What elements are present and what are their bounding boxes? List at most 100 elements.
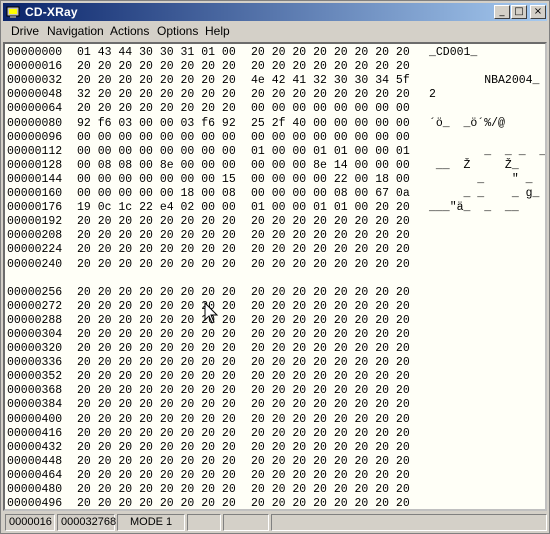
hex-row-bytes-right: 20 20 20 20 20 20 20 20 [251, 257, 410, 271]
hex-row-offset: 00000496 [7, 497, 63, 511]
hex-row-bytes-left: 20 20 20 20 20 20 20 20 [77, 440, 236, 454]
hex-row-ascii: __ Ž Ž_ [429, 158, 519, 172]
hex-row-bytes-right: 20 20 20 20 20 20 20 20 [251, 483, 410, 496]
hex-row-offset: 00000384 [7, 398, 63, 412]
hex-row-ascii: NBA2004_ [429, 74, 540, 88]
menu-options[interactable]: Options [157, 24, 198, 38]
menu-help[interactable]: Help [205, 24, 230, 38]
hex-row-bytes-right: 00 00 00 00 00 00 00 00 [251, 102, 410, 116]
hex-row-ascii: ´ö_ _ö´%/@ [429, 116, 505, 130]
hex-row-bytes-left: 01 43 44 30 30 31 01 00 [77, 46, 236, 59]
menu-navigation[interactable]: Navigation [47, 24, 104, 38]
hex-row-offset: 00000032 [7, 74, 63, 88]
hex-row-ascii: _ _ _ g_ [429, 187, 540, 200]
maximize-button[interactable]: □ [511, 5, 527, 19]
hex-row-bytes-right: 20 20 20 20 20 20 20 20 [251, 243, 410, 257]
hex-row-bytes-left: 20 20 20 20 20 20 20 20 [77, 356, 236, 370]
hex-row-offset: 00000464 [7, 468, 63, 482]
hex-row-offset: 00000256 [7, 285, 63, 299]
hex-row-bytes-left: 20 20 20 20 20 20 20 20 [77, 497, 236, 511]
hex-row-bytes-left: 20 20 20 20 20 20 20 20 [77, 370, 236, 384]
hex-row-bytes-right: 20 20 20 20 20 20 20 20 [251, 468, 410, 482]
hex-row-bytes-left: 20 20 20 20 20 20 20 20 [77, 483, 236, 496]
hex-row-bytes-right: 20 20 20 20 20 20 20 20 [251, 440, 410, 454]
hex-row-bytes-left: 19 0c 1c 22 e4 02 00 00 [77, 201, 236, 215]
cd-xray-app-icon [6, 4, 22, 20]
hex-row-bytes-left: 20 20 20 20 20 20 20 20 [77, 412, 236, 426]
hex-row-bytes-left: 20 20 20 20 20 20 20 20 [77, 257, 236, 271]
hex-row-bytes-right: 20 20 20 20 20 20 20 20 [251, 398, 410, 412]
hex-row-bytes-right: 20 20 20 20 20 20 20 20 [251, 356, 410, 370]
hex-row-offset: 00000368 [7, 384, 63, 398]
hex-row-offset: 00000320 [7, 342, 63, 355]
hex-row-bytes-right: 20 20 20 20 20 20 20 20 [251, 327, 410, 341]
hex-row-bytes-right: 20 20 20 20 20 20 20 20 [251, 60, 410, 74]
hex-row-bytes-left: 00 00 00 00 00 00 00 00 [77, 130, 236, 144]
hex-row-offset: 00000064 [7, 102, 63, 116]
hex-row-bytes-left: 20 20 20 20 20 20 20 20 [77, 327, 236, 341]
hex-row-bytes-left: 20 20 20 20 20 20 20 20 [77, 426, 236, 440]
hex-row-offset: 00000144 [7, 172, 63, 186]
hex-row-bytes-left: 20 20 20 20 20 20 20 20 [77, 243, 236, 257]
hex-row-bytes-left: 20 20 20 20 20 20 20 20 [77, 229, 236, 243]
hex-row-bytes-left: 20 20 20 20 20 20 20 20 [77, 468, 236, 482]
hex-row-ascii: _ " _ [429, 172, 533, 186]
hex-row-bytes-right: 20 20 20 20 20 20 20 20 [251, 285, 410, 299]
hex-row-offset: 00000304 [7, 327, 63, 341]
app-window: CD-XRay _ □ × Drive Navigation Actions O… [0, 0, 550, 534]
hex-row-bytes-left: 20 20 20 20 20 20 20 20 [77, 342, 236, 355]
hex-row-offset: 00000160 [7, 187, 63, 200]
hex-row-bytes-right: 20 20 20 20 20 20 20 20 [251, 229, 410, 243]
hex-row-ascii: ___"ä_ _ __ [429, 201, 519, 215]
hex-row-offset: 00000096 [7, 130, 63, 144]
hex-row-bytes-right: 20 20 20 20 20 20 20 20 [251, 342, 410, 355]
hex-row-bytes-left: 32 20 20 20 20 20 20 20 [77, 88, 236, 102]
status-mode: MODE 1 [117, 514, 185, 531]
hex-row-bytes-right: 20 20 20 20 20 20 20 20 [251, 215, 410, 229]
hex-row-bytes-left: 20 20 20 20 20 20 20 20 [77, 398, 236, 412]
hex-row-bytes-left: 20 20 20 20 20 20 20 20 [77, 215, 236, 229]
hex-row-bytes-right: 01 00 00 01 01 00 20 20 [251, 201, 410, 215]
hex-row-bytes-right: 20 20 20 20 20 20 20 20 [251, 313, 410, 327]
hex-row-bytes-left: 20 20 20 20 20 20 20 20 [77, 74, 236, 88]
hex-row-offset: 00000336 [7, 356, 63, 370]
status-cell-5 [223, 514, 269, 531]
hex-row-bytes-right: 00 00 00 00 00 00 00 00 [251, 130, 410, 144]
hex-row-offset: 00000176 [7, 201, 63, 215]
window-title: CD-XRay [25, 5, 78, 19]
title-bar[interactable]: CD-XRay _ □ × [3, 3, 547, 21]
hex-row-bytes-right: 20 20 20 20 20 20 20 20 [251, 497, 410, 511]
hex-row-bytes-right: 20 20 20 20 20 20 20 20 [251, 299, 410, 313]
hex-row-offset: 00000448 [7, 454, 63, 468]
hex-row-offset: 00000224 [7, 243, 63, 257]
menu-bar: Drive Navigation Actions Options Help [3, 22, 547, 41]
hex-row-offset: 00000416 [7, 426, 63, 440]
hex-row-bytes-left: 00 00 00 00 00 18 00 08 [77, 187, 236, 200]
hex-row-bytes-right: 20 20 20 20 20 20 20 20 [251, 370, 410, 384]
hex-row-bytes-left: 00 00 00 00 00 00 00 15 [77, 172, 236, 186]
close-button[interactable]: × [530, 5, 546, 19]
hex-row-offset: 00000128 [7, 158, 63, 172]
hex-row-bytes-right: 20 20 20 20 20 20 20 20 [251, 454, 410, 468]
hex-row-bytes-left: 00 00 00 00 00 00 00 00 [77, 144, 236, 158]
hex-row-bytes-right: 00 00 00 8e 14 00 00 00 [251, 158, 410, 172]
hex-row-offset: 00000400 [7, 412, 63, 426]
hex-row-bytes-right: 20 20 20 20 20 20 20 20 [251, 384, 410, 398]
status-size: 000032768 [57, 514, 116, 531]
hex-row-offset: 00000240 [7, 257, 63, 271]
hex-row-bytes-right: 00 00 00 00 22 00 18 00 [251, 172, 410, 186]
hex-row-bytes-right: 20 20 20 20 20 20 20 20 [251, 88, 410, 102]
status-cell-6 [271, 514, 547, 531]
minimize-button[interactable]: _ [494, 5, 510, 19]
hex-row-bytes-right: 20 20 20 20 20 20 20 20 [251, 46, 410, 59]
hex-row-offset: 00000000 [7, 46, 63, 59]
hex-row-bytes-left: 20 20 20 20 20 20 20 20 [77, 102, 236, 116]
hex-row-bytes-left: 00 08 08 00 8e 00 00 00 [77, 158, 236, 172]
hex-row-ascii: _ _ _ _ [429, 144, 547, 158]
menu-drive[interactable]: Drive [11, 24, 39, 38]
hex-row-offset: 00000272 [7, 299, 63, 313]
hex-row-bytes-right: 00 00 00 00 08 00 67 0a [251, 187, 410, 200]
status-bar: 0000016 000032768 MODE 1 [3, 514, 547, 532]
hex-dump-view[interactable]: 00000000 01 43 44 30 30 31 01 00 20 20 20 … [3, 42, 547, 511]
menu-actions[interactable]: Actions [110, 24, 149, 38]
